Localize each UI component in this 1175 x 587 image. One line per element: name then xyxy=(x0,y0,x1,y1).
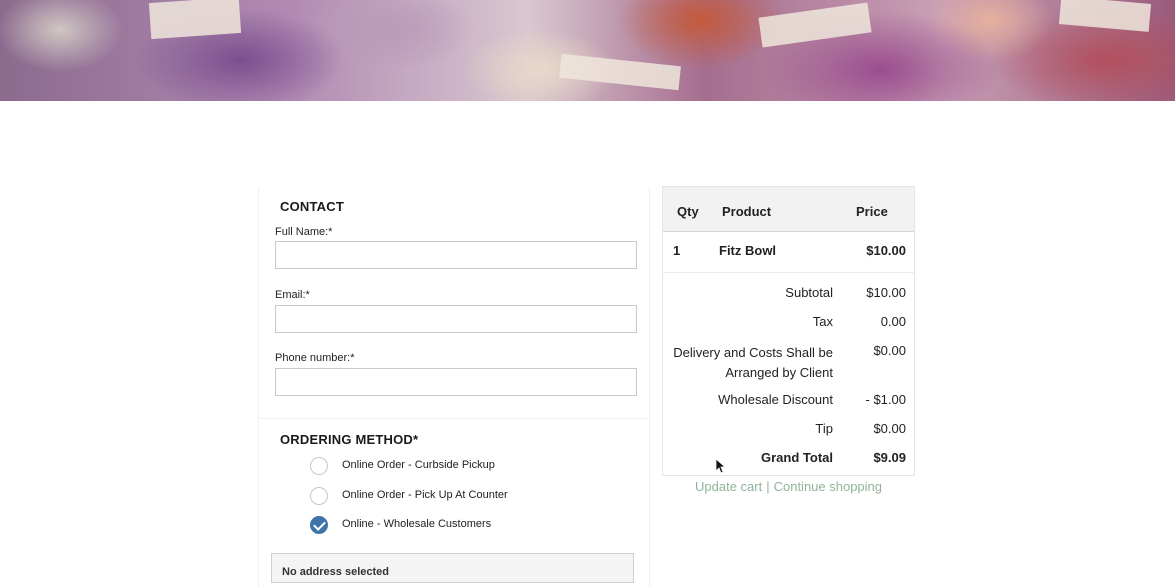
wholesale-discount-label: Wholesale Discount xyxy=(718,392,833,407)
email-input[interactable] xyxy=(275,305,637,333)
update-cart-link[interactable]: Update cart xyxy=(695,479,762,494)
item-price: $10.00 xyxy=(866,243,906,258)
hero-decor xyxy=(559,53,681,91)
hero-decor xyxy=(1058,0,1152,32)
price-column-header: Price xyxy=(856,204,888,219)
item-qty: 1 xyxy=(673,243,681,258)
cart-links: Update cart | Continue shopping xyxy=(695,479,882,494)
grand-total-label: Grand Total xyxy=(761,450,833,465)
hero-decor xyxy=(758,2,872,48)
full-name-input[interactable] xyxy=(275,241,637,269)
cart-summary: Qty Product Price 1 Fitz Bowl $10.00 Sub… xyxy=(662,186,915,476)
pickup-counter-radio[interactable] xyxy=(310,487,328,505)
subtotal-label: Subtotal xyxy=(785,285,833,300)
section-divider xyxy=(258,418,648,419)
email-label: Email:* xyxy=(275,289,310,301)
continue-shopping-link[interactable]: Continue shopping xyxy=(774,479,882,494)
delivery-costs-label: Delivery and Costs Shall be Arranged by … xyxy=(673,345,833,380)
address-select[interactable]: No address selected xyxy=(271,553,634,583)
tax-value: 0.00 xyxy=(880,314,906,329)
tip-value: $0.00 xyxy=(873,421,906,436)
mouse-pointer-icon xyxy=(715,458,725,474)
wholesale-customers-label[interactable]: Online - Wholesale Customers xyxy=(342,518,491,530)
subtotal-value: $10.00 xyxy=(866,285,906,300)
wholesale-customers-radio[interactable] xyxy=(310,516,328,534)
grand-total-value: $9.09 xyxy=(873,450,906,465)
qty-column-header: Qty xyxy=(677,204,699,219)
tax-label: Tax xyxy=(812,314,833,329)
curbside-pickup-radio[interactable] xyxy=(310,457,328,475)
link-separator: | xyxy=(766,479,770,494)
curbside-pickup-label[interactable]: Online Order - Curbside Pickup xyxy=(342,459,495,471)
ordering-method-title: ORDERING METHOD* xyxy=(280,432,419,447)
contact-section-title: CONTACT xyxy=(280,199,344,214)
wholesale-discount-value: - $1.00 xyxy=(865,392,906,407)
phone-input[interactable] xyxy=(275,368,637,396)
product-column-header: Product xyxy=(722,204,772,219)
hero-banner-image xyxy=(0,0,1175,101)
pickup-counter-label[interactable]: Online Order - Pick Up At Counter xyxy=(342,489,508,501)
item-product[interactable]: Fitz Bowl xyxy=(719,243,776,258)
hero-decor xyxy=(148,0,242,40)
row-divider xyxy=(663,272,914,273)
phone-label: Phone number:* xyxy=(275,352,355,364)
delivery-costs-value: $0.00 xyxy=(873,343,906,358)
tip-label: Tip xyxy=(815,421,833,436)
full-name-label: Full Name:* xyxy=(275,226,333,238)
